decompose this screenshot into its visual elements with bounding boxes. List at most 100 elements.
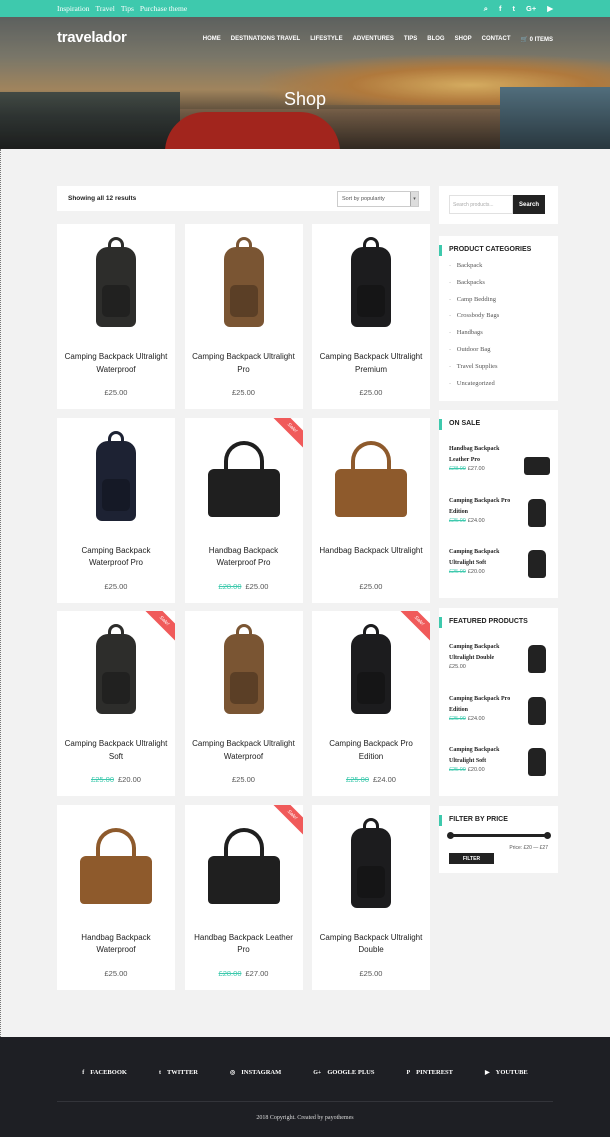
product-image[interactable] xyxy=(57,611,175,729)
footer-social-link[interactable]: f FACEBOOK xyxy=(82,1069,127,1076)
product-name[interactable]: Handbag Backpack Leather Pro xyxy=(189,932,299,957)
mini-product[interactable]: Camping Backpack Ultralight Soft £25.00 £2… xyxy=(449,745,554,785)
product-card[interactable]: Handbag Backpack Ultralight £25.00 xyxy=(312,417,430,603)
product-card[interactable]: Handbag Backpack Waterproof £25.00 xyxy=(57,804,175,990)
mini-product[interactable]: Handbag Backpack Leather Pro £28.00 £27.00 xyxy=(449,444,554,484)
product-image[interactable] xyxy=(185,418,303,536)
product-price: £25.00 xyxy=(57,969,175,978)
product-name[interactable]: Camping Backpack Ultralight Waterproof xyxy=(189,738,299,763)
product-image[interactable] xyxy=(57,224,175,342)
product-card[interactable]: Camping Backpack Ultralight Waterproof £2… xyxy=(57,224,175,409)
footer-social-link[interactable]: P PINTEREST xyxy=(406,1069,453,1076)
product-image[interactable] xyxy=(185,611,303,729)
mini-product-thumb[interactable] xyxy=(524,548,550,580)
twitter-icon[interactable]: t xyxy=(513,4,516,13)
search-icon[interactable]: ⌕ xyxy=(484,4,488,14)
product-card[interactable]: Sale! Camping Backpack Pro Edition £25.00 £… xyxy=(312,611,430,796)
mini-product-price: £25.00 £20.00 xyxy=(449,767,485,773)
top-link[interactable]: Purchase theme xyxy=(140,4,187,13)
mini-product-name[interactable]: Camping Backpack Pro Edition xyxy=(449,496,513,518)
product-image[interactable] xyxy=(312,224,430,342)
category-link[interactable]: Handbags xyxy=(449,329,499,346)
mini-product-name[interactable]: Camping Backpack Ultralight Double xyxy=(449,642,513,664)
product-name[interactable]: Handbag Backpack Waterproof xyxy=(61,932,171,957)
product-image[interactable] xyxy=(312,418,430,536)
product-card[interactable]: Camping Backpack Ultralight Premium £25.0… xyxy=(312,224,430,409)
price-slider[interactable] xyxy=(447,832,551,839)
nav-item[interactable]: BLOG xyxy=(427,36,444,43)
mini-product-thumb[interactable] xyxy=(524,445,550,477)
youtube-icon[interactable]: ▶ xyxy=(547,4,553,13)
search-input[interactable]: Search products... xyxy=(449,195,513,214)
product-name[interactable]: Camping Backpack Ultralight Soft xyxy=(61,738,171,763)
mini-product[interactable]: Camping Backpack Pro Edition £25.00 £24.00 xyxy=(449,694,554,734)
category-link[interactable]: Backpack xyxy=(449,262,499,279)
backpack-image xyxy=(218,624,270,716)
nav-item[interactable]: ADVENTURES xyxy=(353,36,394,43)
category-link[interactable]: Travel Supplies xyxy=(449,363,499,380)
product-card[interactable]: Sale! Camping Backpack Ultralight Soft £25… xyxy=(57,611,175,796)
product-name[interactable]: Handbag Backpack Ultralight xyxy=(316,545,426,558)
footer-social-link[interactable]: ▶ YOUTUBE xyxy=(485,1069,528,1076)
category-link[interactable]: Camp Bedding xyxy=(449,296,499,313)
nav-item[interactable]: LIFESTYLE xyxy=(310,36,342,43)
mini-product-thumb[interactable] xyxy=(524,643,550,675)
site-logo[interactable]: travelador xyxy=(57,29,127,46)
google-plus-icon[interactable]: G+ xyxy=(526,4,536,13)
product-card[interactable]: Camping Backpack Waterproof Pro £25.00 xyxy=(57,417,175,603)
slider-min-handle[interactable] xyxy=(447,832,454,839)
product-name[interactable]: Camping Backpack Ultralight Pro xyxy=(189,351,299,376)
mini-product[interactable]: Camping Backpack Ultralight Double £25.00 xyxy=(449,642,554,682)
nav-item[interactable]: DESTINATIONS TRAVEL xyxy=(231,36,300,43)
product-image[interactable] xyxy=(312,611,430,729)
category-link[interactable]: Backpacks xyxy=(449,279,499,296)
category-link[interactable]: Uncategorized xyxy=(449,380,499,397)
category-link[interactable]: Crossbody Bags xyxy=(449,312,499,329)
nav-item[interactable]: TIPS xyxy=(404,36,417,43)
mini-product-name[interactable]: Camping Backpack Ultralight Soft xyxy=(449,547,513,569)
product-card[interactable]: Camping Backpack Ultralight Pro £25.00 xyxy=(184,224,303,409)
search-button[interactable]: Search xyxy=(513,195,545,214)
footer-social-link[interactable]: G+ GOOGLE PLUS xyxy=(313,1069,374,1076)
product-name[interactable]: Handbag Backpack Waterproof Pro xyxy=(189,545,299,570)
product-name[interactable]: Camping Backpack Ultralight Premium xyxy=(316,351,426,376)
mini-product-name[interactable]: Camping Backpack Ultralight Soft xyxy=(449,745,513,767)
product-image[interactable] xyxy=(57,418,175,536)
top-link[interactable]: Travel xyxy=(96,4,115,13)
nav-item[interactable]: 🛒 0 ITEMS xyxy=(521,36,553,43)
product-name[interactable]: Camping Backpack Pro Edition xyxy=(316,738,426,763)
nav-item[interactable]: SHOP xyxy=(455,36,472,43)
product-name[interactable]: Camping Backpack Waterproof Pro xyxy=(61,545,171,570)
category-link[interactable]: Outdoor Bag xyxy=(449,346,499,363)
product-image[interactable] xyxy=(185,224,303,342)
current-price: £25.00 xyxy=(104,581,128,591)
footer-social-link[interactable]: ◎ INSTAGRAM xyxy=(230,1069,281,1076)
slider-max-handle[interactable] xyxy=(544,832,551,839)
mini-product-name[interactable]: Handbag Backpack Leather Pro xyxy=(449,444,513,466)
top-link[interactable]: Tips xyxy=(121,4,134,13)
product-image[interactable] xyxy=(185,805,303,923)
handbag-image xyxy=(204,437,284,517)
product-image[interactable] xyxy=(57,805,175,923)
product-card[interactable]: Sale! Handbag Backpack Leather Pro £28.00 £… xyxy=(184,804,303,990)
mini-product-thumb[interactable] xyxy=(524,746,550,778)
filter-button[interactable]: FILTER xyxy=(449,853,494,864)
current-price: £20.00 xyxy=(467,767,485,773)
sort-select[interactable]: Sort by popularity ▾ xyxy=(337,190,419,207)
product-card[interactable]: Sale! Handbag Backpack Waterproof Pro £28.… xyxy=(184,417,303,603)
mini-product-thumb[interactable] xyxy=(524,497,550,529)
product-name[interactable]: Camping Backpack Ultralight Double xyxy=(316,932,426,957)
mini-product[interactable]: Camping Backpack Ultralight Soft £25.00 £2… xyxy=(449,547,554,587)
mini-product-name[interactable]: Camping Backpack Pro Edition xyxy=(449,694,513,716)
footer-social-link[interactable]: t TWITTER xyxy=(159,1069,198,1076)
nav-item[interactable]: CONTACT xyxy=(482,36,511,43)
nav-item[interactable]: HOME xyxy=(203,36,221,43)
mini-product-thumb[interactable] xyxy=(524,695,550,727)
top-link[interactable]: Inspiration xyxy=(57,4,90,13)
mini-product[interactable]: Camping Backpack Pro Edition £25.00 £24.00 xyxy=(449,496,554,536)
facebook-icon[interactable]: f xyxy=(499,4,502,13)
product-image[interactable] xyxy=(312,805,430,923)
product-card[interactable]: Camping Backpack Ultralight Double £25.00 xyxy=(312,804,430,990)
product-name[interactable]: Camping Backpack Ultralight Waterproof xyxy=(61,351,171,376)
product-card[interactable]: Camping Backpack Ultralight Waterproof £2… xyxy=(184,611,303,796)
